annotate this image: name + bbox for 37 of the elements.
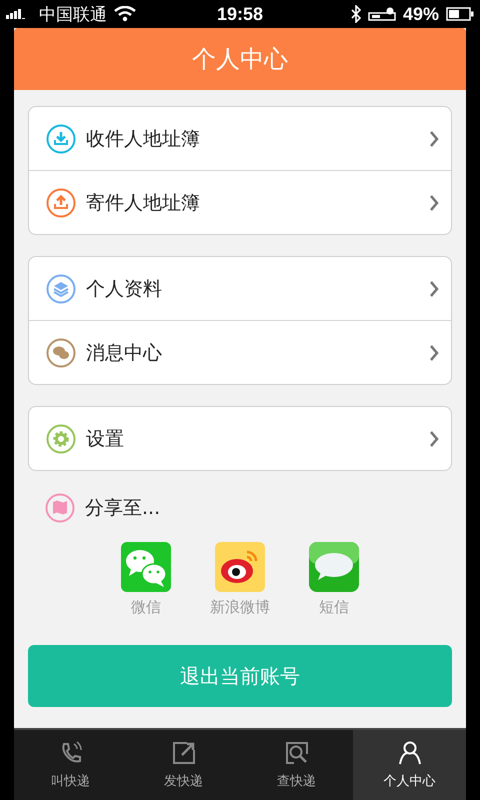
chevron-right-icon	[429, 194, 439, 212]
menu-item[interactable]: 设置	[29, 407, 451, 470]
menu-item-label: 个人资料	[86, 276, 163, 302]
menu-item-label: 寄件人地址簿	[86, 190, 201, 216]
menu-item-label: 消息中心	[86, 340, 163, 366]
search-icon	[284, 740, 310, 766]
menu-item[interactable]: 消息中心	[29, 320, 451, 384]
chevron-right-icon	[429, 430, 439, 448]
bluetooth-icon	[350, 5, 361, 23]
speech-bubbles-app-icon[interactable]	[121, 542, 171, 592]
chevron-right-icon	[429, 344, 439, 362]
page-title: 个人中心	[192, 44, 288, 75]
compose-icon	[170, 740, 196, 766]
menu-item-label: 收件人地址簿	[86, 126, 201, 152]
wifi-icon	[114, 6, 136, 22]
chevron-right-icon	[429, 130, 439, 148]
person-icon	[396, 740, 422, 766]
tab-item[interactable]: 查快递	[240, 730, 353, 800]
battery-icon	[446, 7, 474, 21]
eye-app-icon[interactable]	[215, 542, 265, 592]
battery-percent: 49%	[402, 4, 439, 24]
tab-item[interactable]: 叫快递	[14, 730, 127, 800]
menu-item[interactable]: 收件人地址簿	[29, 107, 451, 170]
menu-item[interactable]: 个人资料	[29, 257, 451, 320]
share-target-label: 微信	[131, 598, 161, 617]
lock-rotation-icon	[368, 7, 396, 21]
share-label: 分享至...	[85, 496, 162, 521]
tab-item[interactable]: 个人中心	[353, 730, 466, 800]
share-target-label: 新浪微博	[210, 598, 270, 617]
carrier-name: 中国联通	[39, 4, 107, 26]
clock-time: 19:58	[216, 4, 264, 24]
menu-item[interactable]: 寄件人地址簿	[29, 170, 451, 234]
share-target-label: 短信	[319, 598, 349, 617]
tab-item[interactable]: 发快递	[127, 730, 240, 800]
speech-bubble-app-icon[interactable]	[309, 542, 359, 592]
menu-item-label: 设置	[86, 426, 125, 452]
chevron-right-icon	[429, 280, 439, 298]
